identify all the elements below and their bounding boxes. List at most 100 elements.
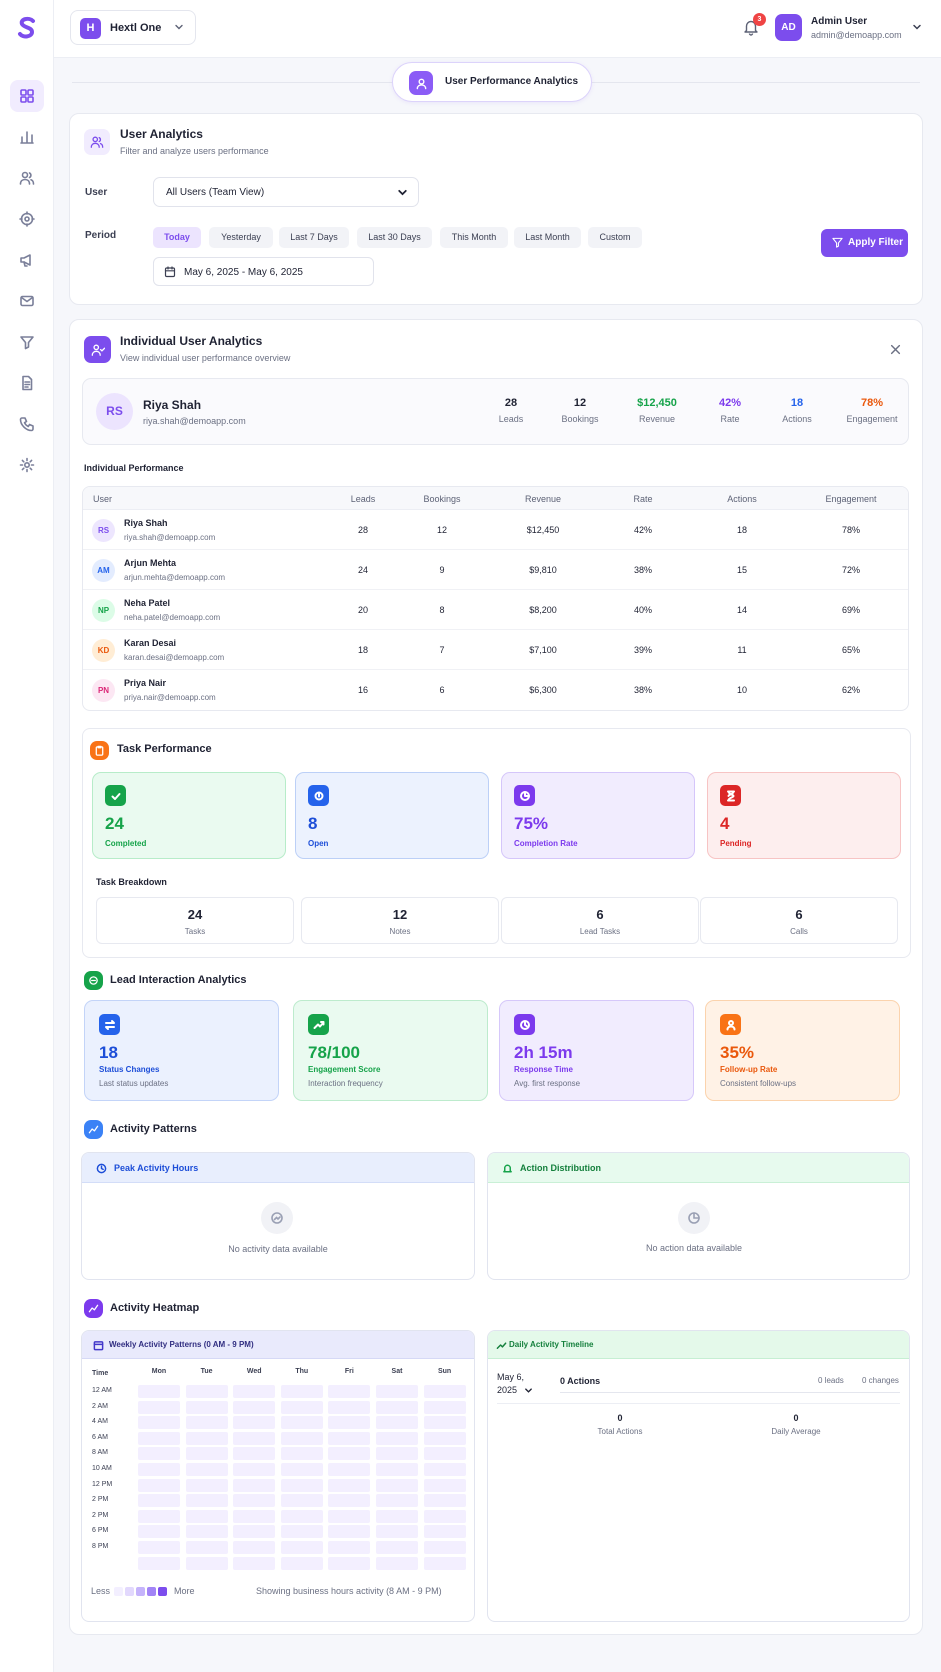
- heatmap-cell[interactable]: [185, 1463, 228, 1476]
- period-chip-this-month[interactable]: This Month: [440, 227, 508, 248]
- heatmap-cell[interactable]: [328, 1416, 371, 1430]
- heatmap-cell[interactable]: [138, 1478, 180, 1492]
- heatmap-cell[interactable]: [423, 1478, 466, 1492]
- heatmap-cell[interactable]: [423, 1447, 466, 1461]
- heatmap-cell[interactable]: [280, 1509, 323, 1523]
- table-row[interactable]: RS Riya Shah riya.shah@demoapp.com 28 12…: [83, 510, 908, 550]
- apply-filter-button[interactable]: Apply Filter: [821, 229, 908, 257]
- heatmap-cell[interactable]: [280, 1431, 323, 1445]
- heatmap-cell[interactable]: [138, 1400, 180, 1414]
- sidebar-item-settings[interactable]: [10, 449, 44, 481]
- heatmap-cell[interactable]: [328, 1556, 371, 1570]
- heatmap-cell[interactable]: [233, 1556, 276, 1570]
- chevron-down-icon[interactable]: [524, 1386, 533, 1395]
- heatmap-cell[interactable]: [423, 1400, 466, 1414]
- heatmap-cell[interactable]: [138, 1541, 180, 1554]
- heatmap-cell[interactable]: [138, 1463, 180, 1476]
- heatmap-cell[interactable]: [185, 1525, 228, 1539]
- heatmap-cell[interactable]: [233, 1447, 276, 1461]
- heatmap-cell[interactable]: [280, 1494, 323, 1508]
- period-chip-custom[interactable]: Custom: [588, 227, 642, 248]
- heatmap-cell[interactable]: [185, 1431, 228, 1445]
- heatmap-cell[interactable]: [328, 1509, 371, 1523]
- heatmap-cell[interactable]: [185, 1385, 228, 1398]
- heatmap-cell[interactable]: [376, 1416, 418, 1430]
- heatmap-cell[interactable]: [280, 1541, 323, 1554]
- heatmap-cell[interactable]: [185, 1478, 228, 1492]
- heatmap-cell[interactable]: [376, 1385, 418, 1398]
- user-select[interactable]: All Users (Team View): [153, 177, 419, 207]
- heatmap-cell[interactable]: [233, 1416, 276, 1430]
- period-chip-last-7-days[interactable]: Last 7 Days: [279, 227, 349, 248]
- heatmap-cell[interactable]: [376, 1431, 418, 1445]
- heatmap-cell[interactable]: [233, 1509, 276, 1523]
- heatmap-cell[interactable]: [423, 1463, 466, 1476]
- sidebar-item-dashboard[interactable]: [10, 80, 44, 112]
- heatmap-cell[interactable]: [280, 1463, 323, 1476]
- period-chip-last-month[interactable]: Last Month: [514, 227, 581, 248]
- heatmap-cell[interactable]: [423, 1509, 466, 1523]
- heatmap-cell[interactable]: [328, 1385, 371, 1398]
- sidebar-item-campaigns[interactable]: [10, 244, 44, 276]
- avatar[interactable]: AD: [775, 14, 802, 41]
- heatmap-cell[interactable]: [328, 1525, 371, 1539]
- sidebar-item-documents[interactable]: [10, 367, 44, 399]
- heatmap-cell[interactable]: [185, 1509, 228, 1523]
- heatmap-cell[interactable]: [233, 1541, 276, 1554]
- heatmap-cell[interactable]: [423, 1416, 466, 1430]
- heatmap-cell[interactable]: [376, 1509, 418, 1523]
- heatmap-cell[interactable]: [280, 1385, 323, 1398]
- table-row[interactable]: PN Priya Nair priya.nair@demoapp.com 16 …: [83, 670, 908, 710]
- heatmap-cell[interactable]: [328, 1400, 371, 1414]
- heatmap-cell[interactable]: [423, 1525, 466, 1539]
- sidebar-item-funnel[interactable]: [10, 326, 44, 358]
- heatmap-cell[interactable]: [280, 1416, 323, 1430]
- chevron-down-icon[interactable]: [912, 22, 922, 32]
- heatmap-cell[interactable]: [185, 1556, 228, 1570]
- period-chip-yesterday[interactable]: Yesterday: [209, 227, 273, 248]
- heatmap-cell[interactable]: [233, 1525, 276, 1539]
- heatmap-cell[interactable]: [376, 1494, 418, 1508]
- heatmap-cell[interactable]: [138, 1556, 180, 1570]
- heatmap-cell[interactable]: [138, 1525, 180, 1539]
- heatmap-cell[interactable]: [138, 1447, 180, 1461]
- heatmap-cell[interactable]: [280, 1447, 323, 1461]
- heatmap-cell[interactable]: [328, 1541, 371, 1554]
- heatmap-cell[interactable]: [376, 1447, 418, 1461]
- heatmap-cell[interactable]: [185, 1541, 228, 1554]
- table-row[interactable]: KD Karan Desai karan.desai@demoapp.com 1…: [83, 630, 908, 670]
- date-range-input[interactable]: May 6, 2025 - May 6, 2025: [153, 257, 374, 286]
- heatmap-cell[interactable]: [376, 1541, 418, 1554]
- sidebar-item-calls[interactable]: [10, 408, 44, 440]
- sidebar-item-analytics[interactable]: [10, 121, 44, 153]
- heatmap-cell[interactable]: [423, 1385, 466, 1398]
- heatmap-cell[interactable]: [138, 1509, 180, 1523]
- heatmap-cell[interactable]: [280, 1556, 323, 1570]
- sidebar-item-users[interactable]: [10, 162, 44, 194]
- heatmap-cell[interactable]: [376, 1556, 418, 1570]
- heatmap-cell[interactable]: [328, 1431, 371, 1445]
- heatmap-cell[interactable]: [280, 1478, 323, 1492]
- org-switcher[interactable]: H Hextl One: [70, 10, 196, 45]
- heatmap-cell[interactable]: [233, 1494, 276, 1508]
- heatmap-cell[interactable]: [328, 1478, 371, 1492]
- heatmap-cell[interactable]: [185, 1400, 228, 1414]
- heatmap-cell[interactable]: [423, 1431, 466, 1445]
- heatmap-cell[interactable]: [185, 1416, 228, 1430]
- heatmap-cell[interactable]: [280, 1400, 323, 1414]
- heatmap-cell[interactable]: [423, 1556, 466, 1570]
- heatmap-cell[interactable]: [233, 1385, 276, 1398]
- brand-logo-icon[interactable]: [15, 16, 39, 40]
- heatmap-cell[interactable]: [233, 1431, 276, 1445]
- close-icon[interactable]: [890, 344, 901, 355]
- period-chip-today[interactable]: Today: [153, 227, 201, 248]
- heatmap-cell[interactable]: [280, 1525, 323, 1539]
- heatmap-cell[interactable]: [233, 1463, 276, 1476]
- heatmap-cell[interactable]: [138, 1494, 180, 1508]
- heatmap-cell[interactable]: [376, 1400, 418, 1414]
- heatmap-cell[interactable]: [138, 1416, 180, 1430]
- heatmap-cell[interactable]: [328, 1463, 371, 1476]
- heatmap-cell[interactable]: [376, 1478, 418, 1492]
- table-row[interactable]: AM Arjun Mehta arjun.mehta@demoapp.com 2…: [83, 550, 908, 590]
- heatmap-cell[interactable]: [423, 1541, 466, 1554]
